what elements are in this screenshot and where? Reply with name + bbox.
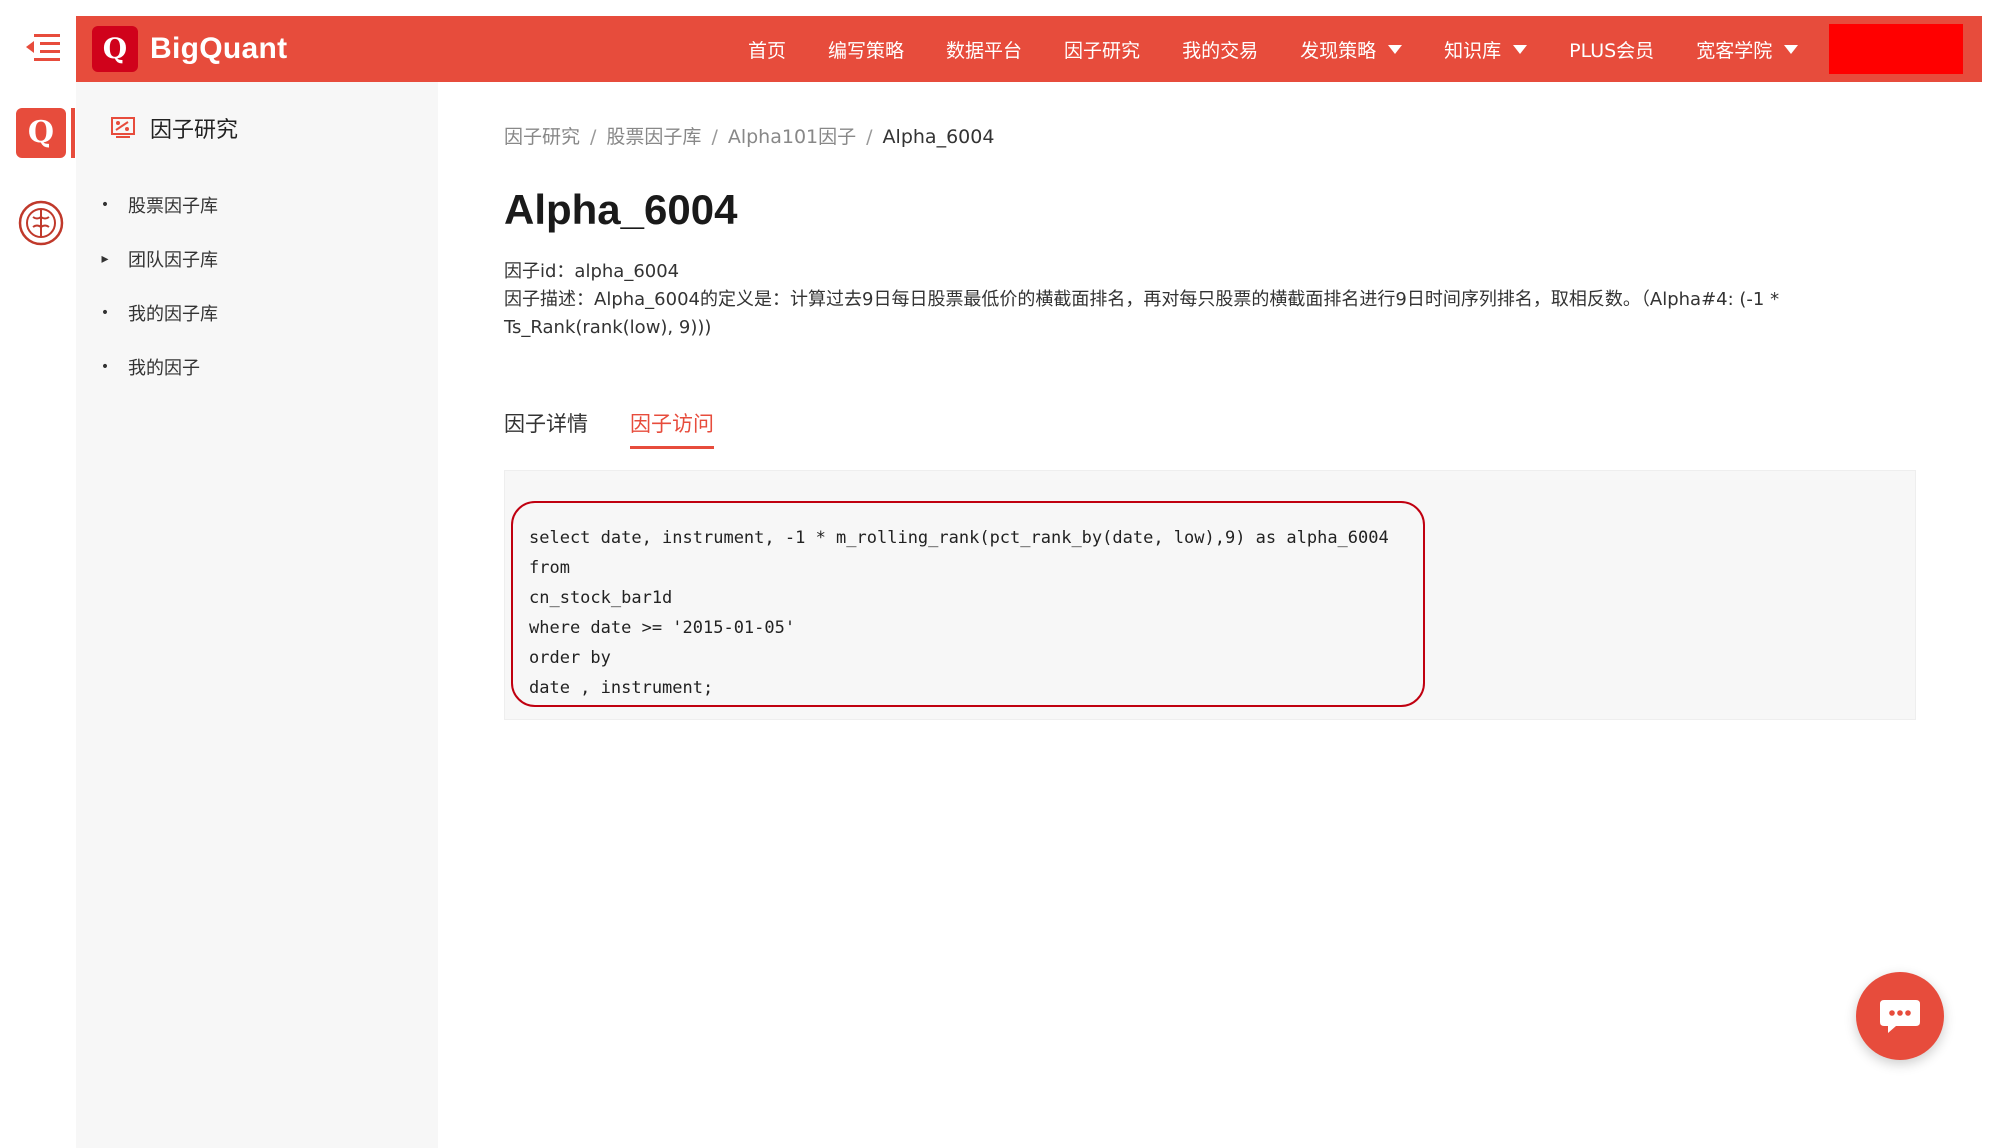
- top-navbar: Q BigQuant 首页 编写策略 数据平台 因子研究 我的交易 发现策略 知…: [76, 16, 1982, 82]
- bullet-icon: •: [100, 359, 110, 375]
- rail-logo-button[interactable]: Q: [16, 108, 66, 158]
- breadcrumb-link[interactable]: Alpha101因子: [728, 126, 856, 148]
- user-area-redacted[interactable]: [1829, 24, 1963, 74]
- sidebar-item-my-factor-library[interactable]: • 我的因子库: [96, 286, 416, 340]
- code-line: select date, instrument, -1 * m_rolling_…: [529, 528, 1389, 548]
- sidebar-item-label: 团队因子库: [128, 250, 218, 271]
- breadcrumb-link[interactable]: 股票因子库: [606, 126, 701, 148]
- bullet-icon: •: [100, 305, 110, 321]
- code-line: from: [529, 558, 570, 578]
- expand-arrow-icon: ▸: [101, 251, 109, 267]
- breadcrumb-separator: /: [590, 126, 597, 148]
- nav-item-discover-strategy[interactable]: 发现策略: [1300, 36, 1403, 63]
- nav-item-data-platform[interactable]: 数据平台: [946, 36, 1022, 63]
- factor-meta: 因子id：alpha_6004 因子描述：Alpha_6004的定义是：计算过去…: [504, 258, 1924, 342]
- breadcrumb-separator: /: [866, 126, 873, 148]
- nav-item-quant-academy[interactable]: 宽客学院: [1696, 36, 1799, 63]
- sidebar-item-my-factors[interactable]: • 我的因子: [96, 340, 416, 394]
- caret-down-icon: [1513, 44, 1528, 54]
- sidebar-item-stock-factors[interactable]: • 股票因子库: [96, 178, 416, 232]
- code-line: where date >= '2015-01-05': [529, 618, 796, 638]
- factor-research-icon: [111, 117, 135, 138]
- tab-factor-details[interactable]: 因子详情: [504, 408, 588, 449]
- brand-mark: Q: [92, 26, 138, 72]
- sidebar-header: 因子研究: [110, 112, 238, 144]
- bullet-icon: •: [100, 197, 110, 213]
- code-panel: select date, instrument, -1 * m_rolling_…: [504, 470, 1916, 720]
- brain-icon[interactable]: [18, 200, 64, 246]
- caret-down-icon: [1784, 44, 1799, 54]
- tab-bar: 因子详情 因子访问: [504, 408, 756, 449]
- rail-active-indicator: [71, 108, 75, 158]
- sidebar-item-label: 我的因子库: [128, 304, 218, 325]
- breadcrumb-current: Alpha_6004: [882, 126, 995, 148]
- breadcrumb: 因子研究 / 股票因子库 / Alpha101因子 / Alpha_6004: [504, 122, 994, 149]
- brand-logo[interactable]: Q BigQuant: [92, 26, 287, 72]
- breadcrumb-link[interactable]: 因子研究: [504, 126, 580, 148]
- sidebar-list: • 股票因子库 ▸ 团队因子库 • 我的因子库 • 我的因子: [96, 178, 416, 394]
- page-title: Alpha_6004: [504, 186, 738, 233]
- nav-menu: 首页 编写策略 数据平台 因子研究 我的交易 发现策略 知识库 PLUS会员 宽…: [748, 16, 1840, 82]
- nav-item-write-strategy[interactable]: 编写策略: [828, 36, 904, 63]
- tab-factor-access[interactable]: 因子访问: [630, 408, 714, 449]
- nav-item-my-trading[interactable]: 我的交易: [1182, 36, 1258, 63]
- sql-code-block[interactable]: select date, instrument, -1 * m_rolling_…: [511, 501, 1425, 707]
- breadcrumb-separator: /: [711, 126, 718, 148]
- code-line: date , instrument;: [529, 678, 714, 698]
- factor-id: 因子id：alpha_6004: [504, 261, 680, 282]
- sidebar-item-team-factors[interactable]: ▸ 团队因子库: [96, 232, 416, 286]
- sidebar: 因子研究 • 股票因子库 ▸ 团队因子库 • 我的因子库 • 我的因子: [76, 82, 438, 1148]
- chat-bubble-icon: [1880, 1000, 1920, 1033]
- factor-description: 因子描述：Alpha_6004的定义是：计算过去9日每日股票最低价的横截面排名，…: [504, 289, 1780, 338]
- nav-item-knowledge-base[interactable]: 知识库: [1444, 36, 1528, 63]
- brand-name: BigQuant: [150, 32, 288, 65]
- sidebar-item-label: 股票因子库: [128, 196, 218, 217]
- left-rail: Q: [0, 0, 76, 1148]
- nav-item-factor-research[interactable]: 因子研究: [1064, 36, 1140, 63]
- nav-item-plus-member[interactable]: PLUS会员: [1569, 36, 1654, 63]
- code-line: order by: [529, 648, 611, 668]
- chat-support-button[interactable]: [1856, 972, 1944, 1060]
- sidebar-title: 因子研究: [150, 118, 239, 143]
- sidebar-item-label: 我的因子: [128, 358, 200, 379]
- code-line: cn_stock_bar1d: [529, 588, 673, 608]
- menu-icon[interactable]: [24, 30, 62, 66]
- nav-item-home[interactable]: 首页: [748, 36, 786, 63]
- caret-down-icon: [1388, 44, 1403, 54]
